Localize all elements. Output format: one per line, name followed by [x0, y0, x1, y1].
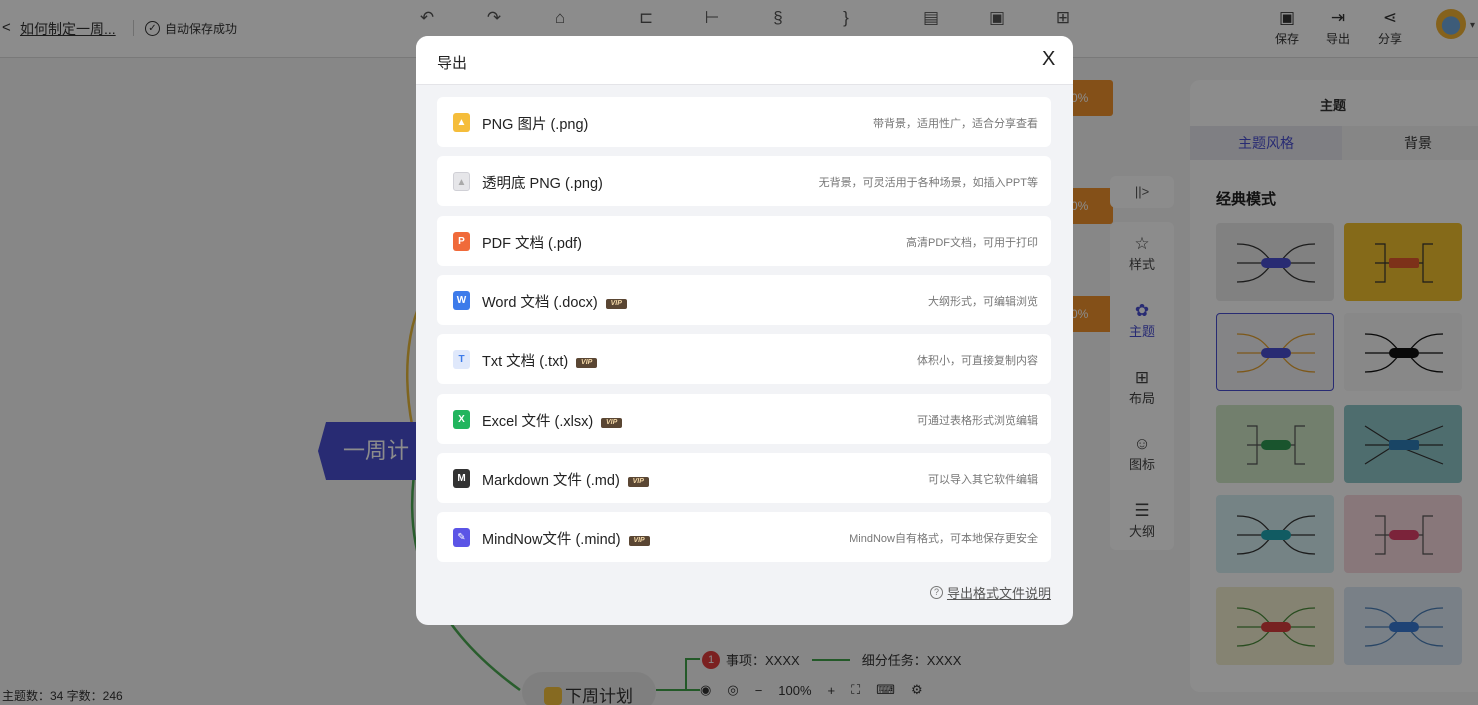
export-option-label-text: MindNow文件 (.mind) — [482, 532, 621, 549]
export-dialog: 导出 X ▲ PNG 图片 (.png) 带背景，适用性广，适合分享查看 ▲ 透明底 P… — [416, 36, 1073, 625]
export-option-label-text: 透明底 PNG (.png) — [482, 176, 603, 193]
export-option-label: MindNow文件 (.mind) VIP — [482, 528, 650, 549]
export-option-description: 可以导入其它软件编辑 — [928, 473, 1038, 486]
export-option-label-text: Excel 文件 (.xlsx) — [482, 413, 594, 430]
export-option-label: Word 文档 (.docx) VIP — [482, 291, 627, 312]
export-option-description: 高清PDF文档，可用于打印 — [906, 236, 1038, 249]
export-option-description: 体积小，可直接复制内容 — [917, 355, 1038, 368]
export-option-label-text: Txt 文档 (.txt) — [482, 354, 569, 371]
export-option-label-text: Markdown 文件 (.md) — [482, 472, 620, 489]
export-option-label-text: PDF 文档 (.pdf) — [482, 235, 582, 252]
txt-icon: T — [453, 350, 470, 370]
image-icon: ▲ — [453, 113, 470, 132]
export-option-label-text: PNG 图片 (.png) — [482, 117, 589, 133]
export-option-label: 透明底 PNG (.png) — [482, 172, 603, 193]
markdown-icon: M — [453, 468, 470, 488]
export-option-description: 可通过表格形式浏览编辑 — [917, 414, 1038, 427]
export-option-excel[interactable]: X Excel 文件 (.xlsx) VIP 可通过表格形式浏览编辑 — [437, 393, 1051, 444]
export-option-description: 无背景，可灵活用于各种场景，如插入PPT等 — [818, 177, 1038, 190]
excel-icon: X — [453, 409, 470, 429]
word-icon: W — [453, 290, 470, 310]
export-option-pdf[interactable]: P PDF 文档 (.pdf) 高清PDF文档，可用于打印 — [437, 215, 1051, 266]
transparent-image-icon: ▲ — [453, 172, 470, 192]
export-option-description: 带背景，适用性广，适合分享查看 — [873, 118, 1038, 130]
vip-badge: VIP — [576, 358, 598, 369]
export-option-label: Excel 文件 (.xlsx) VIP — [482, 410, 623, 431]
export-option-mindnow[interactable]: ✎ MindNow文件 (.mind) VIP MindNow自有格式，可本地保存更安… — [437, 512, 1051, 563]
export-option-txt[interactable]: T Txt 文档 (.txt) VIP 体积小，可直接复制内容 — [437, 334, 1051, 385]
export-help-link[interactable]: ? 导出格式文件说明 — [929, 583, 1051, 602]
close-icon[interactable]: X — [1042, 48, 1055, 71]
export-option-label: Markdown 文件 (.md) VIP — [482, 469, 649, 490]
export-option-label: Txt 文档 (.txt) VIP — [482, 350, 598, 371]
export-option-word[interactable]: W Word 文档 (.docx) VIP 大纲形式，可编辑浏览 — [437, 274, 1051, 325]
mindnow-icon: ✎ — [453, 528, 470, 548]
export-option-markdown[interactable]: M Markdown 文件 (.md) VIP 可以导入其它软件编辑 — [437, 452, 1051, 503]
export-option-label: PDF 文档 (.pdf) — [482, 232, 582, 253]
export-option-label-text: Word 文档 (.docx) — [482, 294, 598, 311]
question-icon: ? — [929, 586, 943, 599]
vip-badge: VIP — [628, 536, 650, 547]
pdf-icon: P — [453, 231, 470, 251]
vip-badge: VIP — [605, 298, 627, 309]
vip-badge: VIP — [601, 417, 623, 428]
export-option-image[interactable]: ▲ PNG 图片 (.png) 带背景，适用性广，适合分享查看 — [437, 97, 1051, 147]
dialog-header: 导出 X — [416, 36, 1073, 85]
vip-badge: VIP — [627, 476, 649, 487]
export-option-label: PNG 图片 (.png) — [482, 113, 588, 134]
help-link-label: 导出格式文件说明 — [946, 586, 1051, 601]
export-option-description: 大纲形式，可编辑浏览 — [928, 295, 1038, 308]
dialog-title: 导出 — [437, 55, 468, 72]
export-option-description: MindNow自有格式，可本地保存更安全 — [849, 533, 1038, 546]
export-option-transparent-image[interactable]: ▲ 透明底 PNG (.png) 无背景，可灵活用于各种场景，如插入PPT等 — [437, 156, 1051, 207]
